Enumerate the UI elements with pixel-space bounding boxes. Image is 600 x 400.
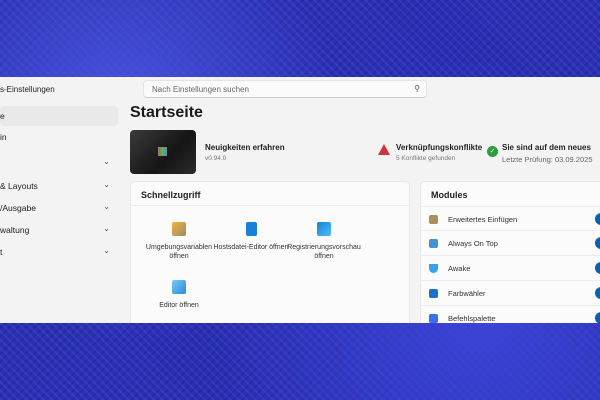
sidebar-item-ausgabe[interactable]: /Ausgabe ⌄ [0,198,118,218]
module-row: Awake [421,256,600,281]
check-icon: ✓ [487,146,498,157]
module-label: Farbwähler [448,289,486,298]
module-row: Erweitertes Einfügen [421,206,600,231]
modules-card: Modules Erweitertes Einfügen Always On T… [420,181,600,323]
conflicts-subtitle: 5 Konflikte gefunden [396,155,456,162]
chevron-down-icon: ⌄ [103,246,110,255]
news-link[interactable]: Neuigkeiten erfahren v0.94.0 [205,143,285,162]
sidebar-item-label: waltung [0,225,30,235]
quick-editor[interactable]: Editor öffnen [139,280,219,310]
quick-item-label: Editor öffnen [159,302,199,309]
command-palette-icon [429,314,438,323]
module-toggle[interactable] [595,287,600,299]
module-row: Always On Top [421,231,600,256]
sidebar-item-label: /Ausgabe [0,203,36,213]
search-input[interactable]: Nach Einstellungen suchen ⚲ [143,80,427,98]
chevron-down-icon: ⌄ [103,224,110,233]
window-title: s-Einstellungen [0,85,55,94]
module-label: Befehlspalette [448,314,496,323]
always-on-top-icon [429,239,438,248]
module-row: Befehlspalette [421,306,600,323]
module-label: Always On Top [448,239,498,248]
sidebar-item-label: t [0,247,3,257]
sidebar-item-home[interactable]: e [0,106,118,126]
news-title: Neuigkeiten erfahren [205,143,285,152]
sidebar-item-label: & Layouts [0,181,38,191]
conflicts-link[interactable]: Verknüpfungskonflikte 5 Konflikte gefund… [396,143,482,162]
editor-icon [172,280,186,294]
quick-env-vars[interactable]: Umgebungsvariablen öffnen [139,222,219,261]
quick-hosts-editor[interactable]: Hostsdatei-Editor öffnen [211,222,291,252]
page-title: Startseite [130,104,203,121]
news-image[interactable] [130,130,196,174]
advanced-paste-icon [429,215,438,224]
quick-item-label: Umgebungsvariablen öffnen [145,244,213,260]
version-label: v0.94.0 [205,155,227,162]
module-label: Awake [448,264,471,273]
sidebar-item-last[interactable]: t ⌄ [0,242,118,262]
module-toggle[interactable] [595,213,600,225]
chevron-down-icon: ⌄ [103,157,110,166]
registry-icon [317,222,331,236]
module-toggle[interactable] [595,312,600,323]
module-label: Erweitertes Einfügen [448,215,518,224]
update-title: Sie sind auf dem neues [502,143,591,152]
sidebar-item-label: e [0,111,5,121]
module-toggle[interactable] [595,262,600,274]
update-subtitle: Letzte Prüfung: 03.09.2025 [502,155,593,164]
sidebar-item-group-1[interactable]: ⌄ [0,153,118,173]
sidebar-item-label: in [0,132,7,142]
settings-window: s-Einstellungen Nach Einstellungen suche… [0,77,600,323]
quick-access-card: Schnellzugriff Umgebungsvariablen öffnen… [130,181,410,323]
module-row: Farbwähler [421,281,600,306]
powertoys-logo-icon [158,147,167,156]
awake-icon [429,264,438,273]
sidebar-item-verwaltung[interactable]: waltung ⌄ [0,220,118,240]
chevron-down-icon: ⌄ [103,202,110,211]
quick-item-label: Registrierungsvorschau öffnen [287,244,361,260]
quick-item-label: Hostsdatei-Editor öffnen [213,244,289,251]
chevron-down-icon: ⌄ [103,180,110,189]
quick-registry-preview[interactable]: Registrierungsvorschau öffnen [284,222,364,261]
modules-title: Modules [431,190,468,200]
quick-access-title: Schnellzugriff [131,182,409,206]
color-picker-icon [429,289,438,298]
hosts-file-icon [245,222,257,236]
sidebar-item-layouts[interactable]: & Layouts ⌄ [0,176,118,196]
module-toggle[interactable] [595,237,600,249]
warning-icon [378,144,390,155]
search-placeholder: Nach Einstellungen suchen [152,85,249,94]
sidebar-item-admin[interactable]: in [0,127,118,147]
env-vars-icon [172,222,186,236]
update-status[interactable]: Sie sind auf dem neues Letzte Prüfung: 0… [502,143,593,164]
conflicts-title: Verknüpfungskonflikte [396,143,483,152]
search-icon[interactable]: ⚲ [414,84,420,93]
